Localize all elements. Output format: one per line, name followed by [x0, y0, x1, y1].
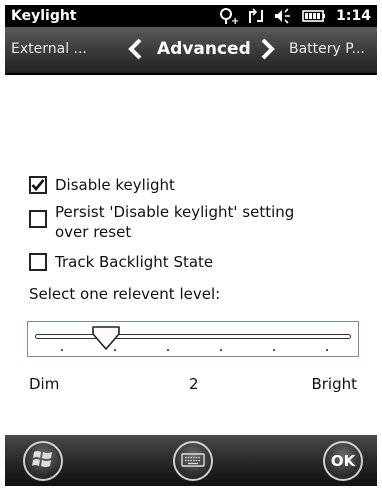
- level-prompt: Select one relevent level:: [29, 285, 221, 303]
- start-button[interactable]: [23, 441, 63, 481]
- screen: Keylight + 1:14 External ... Advanced Ba…: [5, 5, 377, 486]
- settings-panel: Disable keylight Persist 'Disable keylig…: [5, 75, 377, 436]
- status-bar: Keylight + 1:14: [5, 5, 377, 27]
- slider-tick: [273, 349, 275, 351]
- slider-track[interactable]: [35, 334, 351, 339]
- slider-tick: [61, 349, 63, 351]
- tab-advanced[interactable]: Advanced: [157, 39, 251, 59]
- option-label: Persist 'Disable keylight' setting over …: [55, 203, 295, 241]
- slider-tick: [220, 349, 222, 351]
- tab-header: External ... Advanced Battery P...: [5, 27, 377, 75]
- battery-icon[interactable]: [302, 9, 326, 23]
- app-title: Keylight: [11, 8, 77, 24]
- option-label: Track Backlight State: [55, 253, 214, 271]
- svg-text:+: +: [231, 16, 238, 25]
- tab-external[interactable]: External ...: [11, 41, 87, 57]
- scale-min-label: Dim: [29, 375, 60, 393]
- level-slider[interactable]: [27, 321, 359, 357]
- checkbox-persist-setting[interactable]: [29, 210, 47, 228]
- checkbox-disable-keylight[interactable]: [29, 176, 47, 194]
- option-track-backlight[interactable]: Track Backlight State: [29, 252, 213, 272]
- ok-button[interactable]: OK: [323, 441, 363, 481]
- bottom-bar: OK: [5, 435, 377, 486]
- connectivity-icon[interactable]: +: [218, 7, 238, 25]
- chevron-left-icon[interactable]: [126, 38, 144, 60]
- slider-tick: [326, 349, 328, 351]
- keyboard-icon: [181, 452, 205, 471]
- clock[interactable]: 1:14: [336, 8, 371, 24]
- keyboard-button[interactable]: [173, 441, 213, 481]
- slider-tick: [167, 349, 169, 351]
- checkbox-track-backlight[interactable]: [29, 253, 47, 271]
- chevron-right-icon[interactable]: [259, 38, 277, 60]
- slider-thumb[interactable]: [91, 325, 121, 351]
- sync-icon[interactable]: [248, 7, 264, 25]
- option-label: Disable keylight: [55, 176, 175, 194]
- scale-max-label: Bright: [311, 375, 357, 393]
- tab-battery[interactable]: Battery P...: [289, 41, 365, 57]
- windows-start-icon: [32, 449, 54, 473]
- option-disable-keylight[interactable]: Disable keylight: [29, 175, 175, 195]
- volume-icon[interactable]: [274, 7, 292, 25]
- status-icons: + 1:14: [218, 6, 371, 26]
- option-persist-setting[interactable]: Persist 'Disable keylight' setting over …: [29, 202, 315, 242]
- current-level-value: 2: [189, 375, 199, 393]
